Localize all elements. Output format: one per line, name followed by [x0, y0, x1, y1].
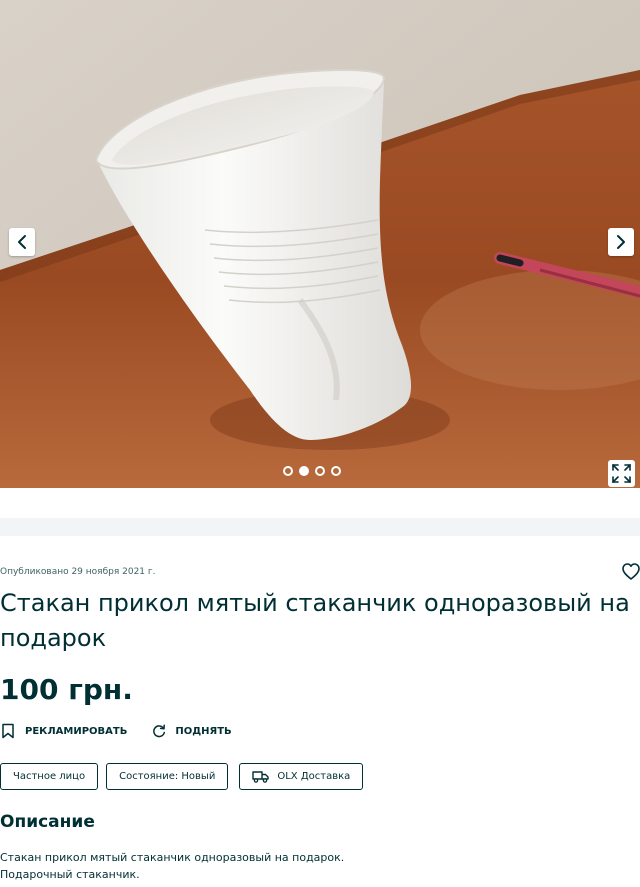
- listing-price: 100 грн.: [0, 673, 133, 706]
- tag-condition-label: Состояние: Новый: [119, 771, 216, 782]
- tag-olx-delivery[interactable]: OLX Доставка: [239, 763, 364, 790]
- gallery-pagination: [283, 466, 341, 476]
- truck-icon: [252, 771, 270, 783]
- raise-label: ПОДНЯТЬ: [175, 725, 232, 737]
- gallery-dot[interactable]: [331, 466, 341, 476]
- refresh-icon: [153, 724, 166, 738]
- promote-label: РЕКЛАМИРОВАТЬ: [25, 725, 128, 737]
- listing-title: Стакан прикол мятый стаканчик одноразовы…: [0, 589, 630, 652]
- gallery-prev-button[interactable]: [9, 228, 35, 256]
- fullscreen-button[interactable]: [608, 460, 635, 487]
- photo-gallery[interactable]: [0, 0, 640, 488]
- bookmark-icon: [2, 723, 14, 739]
- listing-tags: Частное лицо Состояние: Новый OLX Достав…: [0, 763, 364, 790]
- gallery-next-button[interactable]: [608, 228, 634, 256]
- expand-icon: [612, 464, 631, 483]
- tag-condition: Состояние: Новый: [106, 763, 229, 790]
- description-text: Стакан прикол мятый стаканчик одноразовы…: [0, 849, 344, 883]
- listing-actions: РЕКЛАМИРОВАТЬ ПОДНЯТЬ: [0, 723, 232, 739]
- heart-icon: [622, 563, 640, 580]
- tag-olx-delivery-label: OLX Доставка: [277, 771, 351, 782]
- chevron-left-icon: [18, 235, 26, 249]
- section-separator: [0, 518, 640, 536]
- description-line: Стакан прикол мятый стаканчик одноразовы…: [0, 851, 345, 864]
- tag-seller-type-label: Частное лицо: [13, 771, 86, 782]
- posted-date: Опубликовано 29 ноября 2021 г.: [0, 567, 156, 577]
- listing-photo: [0, 0, 640, 488]
- raise-button[interactable]: ПОДНЯТЬ: [152, 724, 232, 738]
- promote-button[interactable]: РЕКЛАМИРОВАТЬ: [0, 723, 127, 739]
- gallery-dot-active[interactable]: [299, 466, 309, 476]
- tag-seller-type: Частное лицо: [0, 763, 99, 790]
- gallery-dot[interactable]: [315, 466, 325, 476]
- chevron-right-icon: [617, 235, 625, 249]
- description-line: Подарочный стаканчик.: [0, 868, 140, 881]
- description-heading: Описание: [0, 812, 95, 832]
- gallery-dot[interactable]: [283, 466, 293, 476]
- favorite-button[interactable]: [622, 562, 640, 582]
